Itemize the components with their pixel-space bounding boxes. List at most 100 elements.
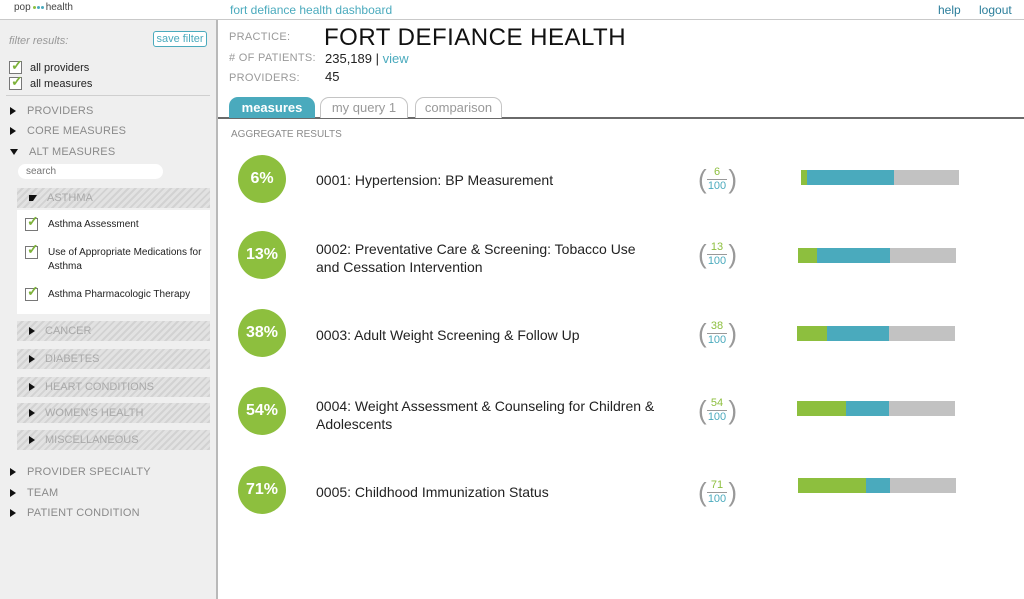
checkbox-checked-icon <box>25 284 39 301</box>
fraction-denominator: 100 <box>707 411 727 423</box>
checkbox-label: all providers <box>30 61 90 74</box>
patients-separator: | <box>375 51 380 66</box>
category-label: HEART CONDITIONS <box>45 381 154 393</box>
triangle-right-icon <box>29 355 35 363</box>
triangle-right-icon <box>29 383 35 391</box>
patients-count: 235,189 | view <box>325 51 409 66</box>
logout-link[interactable]: logout <box>979 3 1012 17</box>
page-title: FORT DEFIANCE HEALTH <box>324 24 627 51</box>
help-link[interactable]: help <box>938 3 961 17</box>
measure-name: 0002: Preventative Care & Screening: Tob… <box>316 241 636 275</box>
patient-fraction: ( 38 100 ) <box>698 319 738 349</box>
right-paren: ) <box>728 164 737 194</box>
triangle-right-icon <box>10 107 16 115</box>
category-diabetes[interactable]: DIABETES <box>17 349 210 369</box>
bar-met-segment <box>797 326 828 341</box>
measure-row[interactable]: 6% 0001: Hypertension: BP Measurement ( … <box>218 151 1024 211</box>
fraction-numerator: 54 <box>710 397 724 409</box>
sidebar-item-label: PROVIDERS <box>27 105 94 117</box>
sidebar-item-label: CORE MEASURES <box>27 125 127 137</box>
tab-measures[interactable]: measures <box>229 97 315 118</box>
measure-row[interactable]: 13% 0002: Preventative Care & Screening:… <box>218 226 1024 286</box>
bar-eligible-segment <box>816 248 890 263</box>
measure-progress-bar <box>797 401 955 416</box>
percent-badge: 71% <box>238 466 286 514</box>
app-title: fort defiance health dashboard <box>230 3 393 17</box>
asthma-measures-list: Asthma Assessment Use of Appropriate Med… <box>17 210 210 314</box>
measure-name: 0005: Childhood Immunization Status <box>316 484 549 500</box>
sidebar-item-alt-measures[interactable]: ALT MEASURES <box>10 146 115 158</box>
triangle-right-icon <box>10 468 16 476</box>
sidebar-item-label: TEAM <box>27 487 59 499</box>
sidebar-item-label: PATIENT CONDITION <box>27 507 140 519</box>
logo-text-left: pop <box>14 2 31 13</box>
pophealth-logo[interactable]: pop health <box>14 2 73 13</box>
fraction-numerator: 38 <box>710 320 724 332</box>
measure-name: 0001: Hypertension: BP Measurement <box>316 172 554 188</box>
patients-value: 235,189 <box>325 51 372 66</box>
bar-met-segment <box>797 401 846 416</box>
divider <box>6 95 210 96</box>
right-paren: ) <box>728 239 737 269</box>
patient-fraction: ( 6 100 ) <box>698 165 738 195</box>
category-label: MISCELLANEOUS <box>45 434 139 446</box>
sidebar-item-providers[interactable]: PROVIDERS <box>10 105 94 117</box>
category-heart-conditions[interactable]: HEART CONDITIONS <box>17 377 210 397</box>
sidebar-item-patient-condition[interactable]: PATIENT CONDITION <box>10 507 140 519</box>
measure-row[interactable]: 71% 0005: Childhood Immunization Status … <box>218 462 1024 522</box>
category-asthma[interactable]: ASTHMA <box>17 188 210 208</box>
bar-eligible-segment <box>845 401 889 416</box>
measure-name: 0004: Weight Assessment & Counseling for… <box>316 398 655 432</box>
measure-appropriate-medications[interactable]: Use of Appropriate Medications for Asthm… <box>25 242 205 274</box>
measure-asthma-pharmacologic[interactable]: Asthma Pharmacologic Therapy <box>25 284 205 302</box>
all-measures-checkbox[interactable]: all measures <box>9 73 93 90</box>
fraction-denominator: 100 <box>707 180 727 192</box>
fraction-numerator: 13 <box>710 241 724 253</box>
checkbox-checked-icon <box>25 242 39 259</box>
checkbox-checked-icon <box>25 214 39 231</box>
sidebar-item-core-measures[interactable]: CORE MEASURES <box>10 125 126 137</box>
view-patients-link[interactable]: view <box>383 51 409 66</box>
measure-label: Asthma Pharmacologic Therapy <box>48 289 191 300</box>
patient-fraction: ( 13 100 ) <box>698 240 738 270</box>
tab-my-query-1[interactable]: my query 1 <box>320 97 408 118</box>
triangle-down-icon <box>10 149 18 155</box>
sidebar-item-team[interactable]: TEAM <box>10 487 58 499</box>
checkbox-checked-icon <box>9 73 23 90</box>
bar-eligible-segment <box>807 170 895 185</box>
triangle-right-icon <box>10 127 16 135</box>
filter-sidebar: filter results: save filter all provider… <box>0 20 218 599</box>
category-womens-health[interactable]: WOMEN'S HEALTH <box>17 403 210 423</box>
patient-fraction: ( 54 100 ) <box>698 396 738 426</box>
checkbox-label: all measures <box>30 77 93 90</box>
measure-row[interactable]: 54% 0004: Weight Assessment & Counseling… <box>218 382 1024 442</box>
practice-label: PRACTICE: <box>229 31 291 43</box>
fraction-numerator: 6 <box>713 166 721 178</box>
percent-badge: 38% <box>238 309 286 357</box>
fraction-denominator: 100 <box>707 255 727 267</box>
right-paren: ) <box>728 395 737 425</box>
measure-search-input[interactable] <box>18 164 163 179</box>
tab-comparison[interactable]: comparison <box>415 97 502 118</box>
patients-label: # OF PATIENTS: <box>229 52 316 64</box>
aggregate-results-heading: AGGREGATE RESULTS <box>231 129 342 140</box>
sidebar-item-label: ALT MEASURES <box>29 146 116 158</box>
percent-badge: 54% <box>238 387 286 435</box>
providers-label: PROVIDERS: <box>229 72 300 84</box>
right-paren: ) <box>728 477 737 507</box>
right-paren: ) <box>728 318 737 348</box>
category-miscellaneous[interactable]: MISCELLANEOUS <box>17 430 210 450</box>
logo-text-right: health <box>45 2 73 13</box>
measure-label: Asthma Assessment <box>48 219 139 230</box>
measure-label: Use of Appropriate Medications for Asthm… <box>48 247 202 272</box>
category-cancer[interactable]: CANCER <box>17 321 210 341</box>
tab-bar: measures my query 1 comparison <box>218 97 1024 119</box>
measure-row[interactable]: 38% 0003: Adult Weight Screening & Follo… <box>218 305 1024 365</box>
providers-count: 45 <box>325 69 340 84</box>
measure-asthma-assessment[interactable]: Asthma Assessment <box>25 214 205 232</box>
sidebar-item-provider-specialty[interactable]: PROVIDER SPECIALTY <box>10 466 151 478</box>
measure-progress-bar <box>801 170 959 185</box>
patient-fraction: ( 71 100 ) <box>698 478 738 508</box>
top-bar: pop health fort defiance health dashboar… <box>0 0 1024 20</box>
save-filter-button[interactable]: save filter <box>153 31 207 47</box>
